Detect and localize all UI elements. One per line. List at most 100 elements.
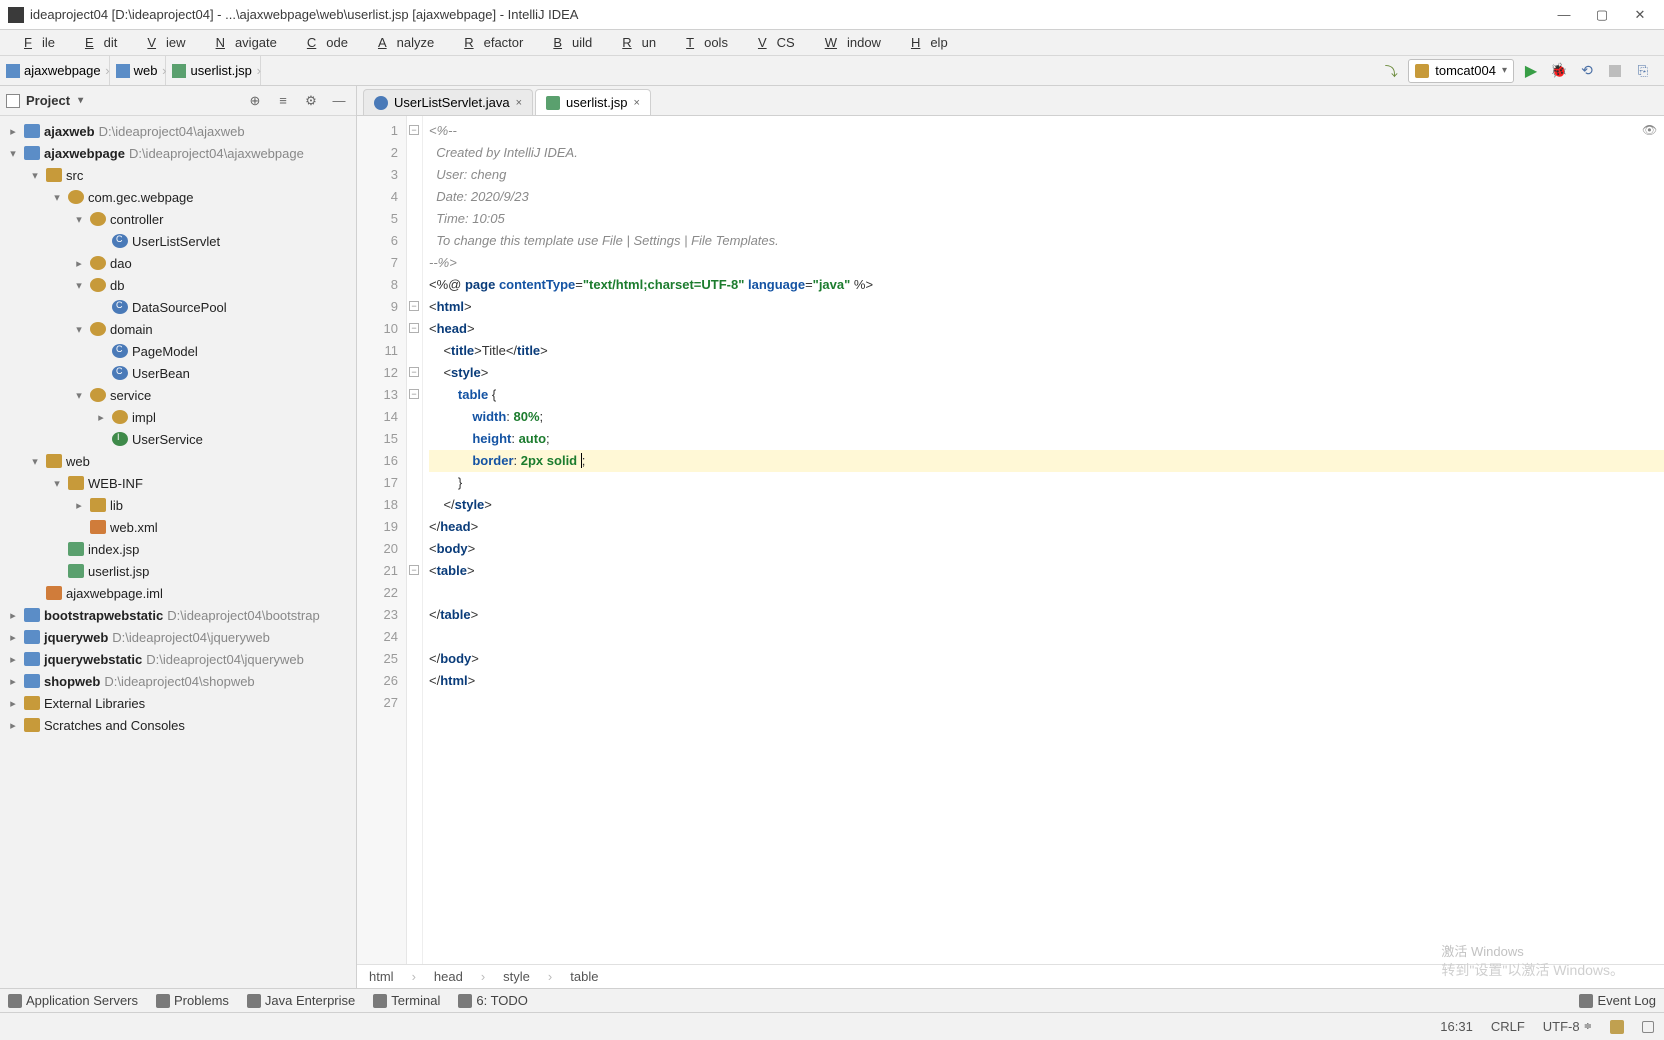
fold-toggle[interactable]: − xyxy=(409,389,419,399)
status-encoding[interactable]: UTF-8 ≑ xyxy=(1543,1019,1592,1034)
bottom-tool-application-servers[interactable]: Application Servers xyxy=(8,993,138,1008)
fold-toggle[interactable]: − xyxy=(409,301,419,311)
editor-tab[interactable]: UserListServlet.java× xyxy=(363,89,533,115)
menu-run[interactable]: Run xyxy=(602,32,666,53)
status-inspection-icon[interactable] xyxy=(1610,1020,1624,1034)
tree-node[interactable]: ▸External Libraries xyxy=(0,692,356,714)
fold-toggle[interactable]: − xyxy=(409,565,419,575)
bottom-tool-java-enterprise[interactable]: Java Enterprise xyxy=(247,993,355,1008)
breadcrumb-item[interactable]: web xyxy=(110,56,167,85)
tree-node[interactable]: ▾domain xyxy=(0,318,356,340)
tree-node[interactable]: ▾service xyxy=(0,384,356,406)
tree-node[interactable]: ▾controller xyxy=(0,208,356,230)
settings-icon[interactable]: ⚙ xyxy=(300,90,322,112)
tree-twistie[interactable]: ▸ xyxy=(6,697,20,710)
tree-twistie[interactable]: ▾ xyxy=(72,389,86,402)
tree-node[interactable]: PageModel xyxy=(0,340,356,362)
tree-twistie[interactable]: ▾ xyxy=(72,323,86,336)
project-title[interactable]: Project ▾ xyxy=(6,93,244,108)
editor-breadcrumb[interactable]: html›head›style›table xyxy=(357,964,1664,988)
breadcrumb-item[interactable]: userlist.jsp xyxy=(166,56,260,85)
tree-node[interactable]: ▸jquerywebD:\ideaproject04\jqueryweb xyxy=(0,626,356,648)
editor-tab[interactable]: userlist.jsp× xyxy=(535,89,651,115)
tree-twistie[interactable]: ▾ xyxy=(28,455,42,468)
debug-button[interactable]: 🐞 xyxy=(1548,60,1570,82)
tree-twistie[interactable]: ▸ xyxy=(94,411,108,424)
tree-node[interactable]: ▸ajaxwebD:\ideaproject04\ajaxweb xyxy=(0,120,356,142)
maximize-button[interactable]: ▢ xyxy=(1592,5,1612,25)
tree-twistie[interactable]: ▾ xyxy=(72,279,86,292)
menu-code[interactable]: Code xyxy=(287,32,358,53)
run-button[interactable]: ▶ xyxy=(1520,60,1542,82)
menu-refactor[interactable]: Refactor xyxy=(444,32,533,53)
menu-file[interactable]: File xyxy=(4,32,65,53)
bottom-tool-6-todo[interactable]: 6: TODO xyxy=(458,993,528,1008)
menu-edit[interactable]: Edit xyxy=(65,32,127,53)
minimize-button[interactable]: — xyxy=(1554,5,1574,25)
event-log-button[interactable]: Event Log xyxy=(1579,993,1656,1008)
expand-all-icon[interactable]: ≡ xyxy=(272,90,294,112)
menu-navigate[interactable]: Navigate xyxy=(196,32,287,53)
bottom-tool-terminal[interactable]: Terminal xyxy=(373,993,440,1008)
tree-node[interactable]: ▸shopwebD:\ideaproject04\shopweb xyxy=(0,670,356,692)
tree-twistie[interactable]: ▸ xyxy=(6,653,20,666)
status-line-sep[interactable]: CRLF xyxy=(1491,1019,1525,1034)
tree-node[interactable]: ▾web xyxy=(0,450,356,472)
editor-crumb[interactable]: head xyxy=(434,969,463,984)
coverage-button[interactable]: ⟲ xyxy=(1576,60,1598,82)
run-config-selector[interactable]: tomcat004 ▾ xyxy=(1408,59,1514,83)
tree-node[interactable]: index.jsp xyxy=(0,538,356,560)
tree-node[interactable]: ▸dao xyxy=(0,252,356,274)
tree-twistie[interactable]: ▸ xyxy=(6,609,20,622)
menu-build[interactable]: Build xyxy=(533,32,602,53)
tree-twistie[interactable]: ▸ xyxy=(72,499,86,512)
fold-toggle[interactable]: − xyxy=(409,367,419,377)
tree-node[interactable]: ▾db xyxy=(0,274,356,296)
project-tree[interactable]: ▸ajaxwebD:\ideaproject04\ajaxweb ▾ ajaxweb… xyxy=(0,116,356,988)
close-tab-icon[interactable]: × xyxy=(633,97,639,109)
tree-twistie[interactable]: ▾ xyxy=(72,213,86,226)
close-tab-icon[interactable]: × xyxy=(516,97,522,109)
update-button[interactable]: ⎘ xyxy=(1632,60,1654,82)
menu-window[interactable]: Window xyxy=(805,32,891,53)
tree-node[interactable]: UserService xyxy=(0,428,356,450)
menu-vcs[interactable]: VCS xyxy=(738,32,805,53)
locate-icon[interactable]: ⊕ xyxy=(244,90,266,112)
code-content[interactable]: <%-- Created by IntelliJ IDEA. User: che… xyxy=(423,116,1664,964)
hide-icon[interactable]: — xyxy=(328,90,350,112)
tree-twistie[interactable]: ▾ xyxy=(50,477,64,490)
tree-node[interactable]: ▾WEB-INF xyxy=(0,472,356,494)
code-area[interactable]: 1234567891011121314151617181920212223242… xyxy=(357,116,1664,964)
tree-node[interactable]: DataSourcePool xyxy=(0,296,356,318)
tree-node[interactable]: ▸lib xyxy=(0,494,356,516)
tree-node[interactable]: ▸bootstrapwebstaticD:\ideaproject04\boot… xyxy=(0,604,356,626)
tree-node[interactable]: ▾src xyxy=(0,164,356,186)
editor-crumb[interactable]: style xyxy=(503,969,530,984)
close-button[interactable]: ✕ xyxy=(1630,5,1650,25)
bottom-tool-problems[interactable]: Problems xyxy=(156,993,229,1008)
fold-column[interactable]: −−−−−− xyxy=(407,116,423,964)
editor-crumb[interactable]: html xyxy=(369,969,394,984)
fold-toggle[interactable]: − xyxy=(409,125,419,135)
tree-node[interactable]: UserListServlet xyxy=(0,230,356,252)
build-icon[interactable]: ⤵ xyxy=(1380,60,1402,82)
tree-twistie[interactable]: ▸ xyxy=(6,631,20,644)
menu-view[interactable]: View xyxy=(127,32,195,53)
tree-node[interactable]: ▸impl xyxy=(0,406,356,428)
tree-node[interactable]: UserBean xyxy=(0,362,356,384)
tree-twistie[interactable]: ▾ xyxy=(28,169,42,182)
stop-button[interactable] xyxy=(1604,60,1626,82)
tree-node[interactable]: ▾com.gec.webpage xyxy=(0,186,356,208)
inspection-icon[interactable] xyxy=(1642,122,1658,138)
tree-node[interactable]: ajaxwebpage.iml xyxy=(0,582,356,604)
menu-tools[interactable]: Tools xyxy=(666,32,738,53)
tree-node[interactable]: userlist.jsp xyxy=(0,560,356,582)
tree-twistie[interactable]: ▾ xyxy=(6,147,20,160)
tree-twistie[interactable]: ▸ xyxy=(6,125,20,138)
editor-crumb[interactable]: table xyxy=(570,969,598,984)
tree-node[interactable]: web.xml xyxy=(0,516,356,538)
tree-twistie[interactable]: ▸ xyxy=(6,675,20,688)
tree-twistie[interactable]: ▸ xyxy=(6,719,20,732)
tree-node[interactable]: ▸Scratches and Consoles xyxy=(0,714,356,736)
tree-twistie[interactable]: ▾ xyxy=(50,191,64,204)
